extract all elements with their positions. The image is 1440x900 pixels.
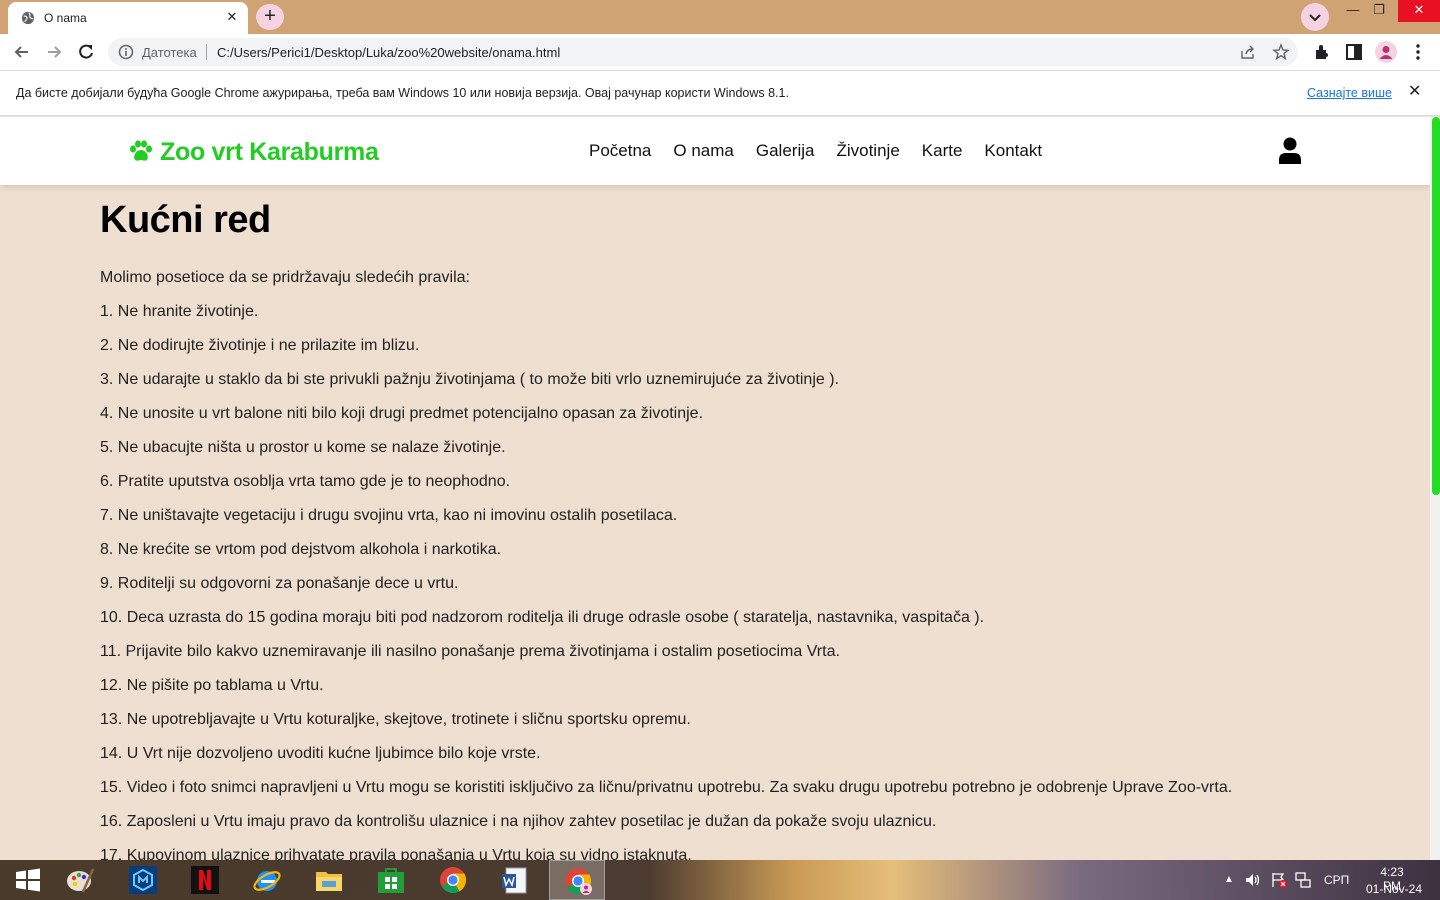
rule-item: 17. Kupovinom ulaznice prihvatate pravil… xyxy=(100,847,692,860)
tab-search-button[interactable] xyxy=(1301,3,1329,31)
start-button[interactable] xyxy=(0,860,56,900)
rule-item: 5. Ne ubacujte ništa u prostor u kome se… xyxy=(100,439,506,456)
taskbar-paint[interactable] xyxy=(52,860,108,900)
nav-item-kontakt[interactable]: Kontakt xyxy=(984,141,1042,161)
share-icon[interactable] xyxy=(1240,44,1256,60)
store-icon xyxy=(378,868,404,893)
rule-item: 13. Ne upotrebljavajte u Vrtu koturaljke… xyxy=(100,711,691,728)
main-nav: Početna O nama Galerija Životinje Karte … xyxy=(589,141,1064,161)
rule-item: 11. Prijavite bilo kakvo uznemiravanje i… xyxy=(100,643,840,660)
logo-text: Zoo vrt Karaburma xyxy=(160,137,379,166)
taskbar-netflix[interactable] xyxy=(177,860,233,900)
nav-item-zivotinje[interactable]: Životinje xyxy=(836,141,899,161)
scrollbar-thumb[interactable] xyxy=(1432,117,1440,495)
rule-item: 12. Ne pišite po tablama u Vrtu. xyxy=(100,677,324,694)
malwarebytes-icon xyxy=(129,866,157,894)
taskbar-store[interactable] xyxy=(363,860,419,900)
rule-item: 14. U Vrt nije dozvoljeno uvoditi kućne … xyxy=(100,745,541,762)
taskbar-malwarebytes[interactable] xyxy=(115,860,171,900)
clock-date[interactable]: 01-Nov-24 xyxy=(1362,882,1426,896)
rule-item: 1. Ne hranite životinje. xyxy=(100,303,259,320)
update-infobar: Да бисте добијали будућа Google Chrome а… xyxy=(0,70,1440,116)
tab-title: O nama xyxy=(44,11,87,25)
kebab-menu-icon[interactable] xyxy=(1408,42,1428,62)
globe-icon xyxy=(21,11,35,25)
rule-item: 9. Roditelji su odgovorni za ponašanje d… xyxy=(100,575,459,592)
windows-taskbar: ▲ СРП 4:23 PM 01-Nov-24 xyxy=(0,860,1440,900)
network-icon[interactable] xyxy=(1294,871,1312,889)
side-panel-icon[interactable] xyxy=(1344,42,1364,62)
address-separator xyxy=(206,44,207,60)
learn-more-link[interactable]: Сазнајте више xyxy=(1307,86,1392,100)
extensions-icon[interactable] xyxy=(1312,42,1332,62)
intro-text: Molimo posetioce da se pridržavaju slede… xyxy=(100,269,470,286)
forward-arrow-icon[interactable] xyxy=(44,42,64,62)
paw-icon xyxy=(130,140,152,161)
address-url[interactable]: C:/Users/Perici1/Desktop/Luka/zoo%20webs… xyxy=(217,45,560,60)
nav-item-karte[interactable]: Karte xyxy=(922,141,963,161)
browser-toolbar: Датотека C:/Users/Perici1/Desktop/Luka/z… xyxy=(0,34,1440,70)
back-arrow-icon[interactable] xyxy=(12,42,32,62)
netflix-icon xyxy=(191,866,219,894)
taskbar-chrome-profile[interactable] xyxy=(549,860,605,900)
taskbar-file-explorer[interactable] xyxy=(301,860,357,900)
site-logo[interactable]: Zoo vrt Karaburma xyxy=(128,137,379,167)
action-center-flag-icon[interactable] xyxy=(1270,871,1288,889)
rule-item: 7. Ne uništavajte vegetaciju i drugu svo… xyxy=(100,507,678,524)
rule-item: 2. Ne dodirujte životinje i ne prilazite… xyxy=(100,337,420,354)
rule-item: 6. Pratite uputstva osoblja vrta tamo gd… xyxy=(100,473,511,490)
internet-explorer-icon xyxy=(253,871,281,891)
infobar-close-icon[interactable]: ✕ xyxy=(1408,84,1424,100)
restore-button[interactable]: ❐ xyxy=(1364,0,1394,22)
web-page: Zoo vrt Karaburma Početna O nama Galerij… xyxy=(0,117,1430,860)
chevron-down-icon xyxy=(1309,14,1321,22)
rule-item: 3. Ne udarajte u staklo da bi ste privuk… xyxy=(100,371,839,388)
window-close-button[interactable]: ✕ xyxy=(1398,0,1440,22)
info-icon[interactable] xyxy=(118,44,134,60)
chrome-profile-icon xyxy=(565,868,592,895)
taskbar-internet-explorer[interactable] xyxy=(239,860,295,900)
site-header: Zoo vrt Karaburma Početna O nama Galerij… xyxy=(0,117,1430,185)
rule-item: 4. Ne unosite u vrt balone niti bilo koj… xyxy=(100,405,704,422)
paint-icon xyxy=(67,868,95,893)
chrome-icon xyxy=(440,867,467,894)
taskbar-word[interactable] xyxy=(487,860,543,900)
rule-item: 15. Video i foto snimci napravljeni u Vr… xyxy=(100,779,1233,796)
user-icon[interactable] xyxy=(1278,137,1302,165)
profile-avatar[interactable] xyxy=(1375,41,1397,63)
rule-item: 10. Deca uzrasta do 15 godina moraju bit… xyxy=(100,609,985,626)
nav-item-galerija[interactable]: Galerija xyxy=(756,141,815,161)
new-tab-button[interactable]: + xyxy=(256,4,284,30)
word-icon xyxy=(502,867,527,894)
nav-item-pocetna[interactable]: Početna xyxy=(589,141,651,161)
input-language-indicator[interactable]: СРП xyxy=(1324,873,1349,887)
tab-close-icon[interactable]: ✕ xyxy=(224,9,240,25)
address-scheme-label: Датотека xyxy=(142,45,197,60)
tray-overflow-icon[interactable]: ▲ xyxy=(1224,874,1234,885)
reload-icon[interactable] xyxy=(76,42,96,62)
rule-item: 16. Zaposleni u Vrtu imaju pravo da kont… xyxy=(100,813,937,830)
address-bar[interactable]: Датотека C:/Users/Perici1/Desktop/Luka/z… xyxy=(108,38,1298,66)
infobar-message: Да бисте добијали будућа Google Chrome а… xyxy=(16,86,789,100)
rule-item: 8. Ne krećite se vrtom pod dejstvom alko… xyxy=(100,541,502,558)
file-explorer-icon xyxy=(316,872,342,891)
windows-start-icon xyxy=(16,868,40,892)
volume-icon[interactable] xyxy=(1244,871,1262,889)
person-icon xyxy=(1379,46,1393,59)
page-scrollbar[interactable] xyxy=(1430,117,1440,860)
page-title: Kućni red xyxy=(100,199,271,241)
tab-o-nama[interactable]: O nama ✕ xyxy=(8,2,248,34)
tab-strip: O nama ✕ + — ❐ ✕ xyxy=(0,0,1440,34)
house-rules-section: Kućni red Molimo posetioce da se pridrža… xyxy=(100,199,1400,860)
bookmark-star-icon[interactable] xyxy=(1272,43,1290,61)
nav-item-o-nama[interactable]: O nama xyxy=(673,141,733,161)
taskbar-chrome[interactable] xyxy=(425,860,481,900)
